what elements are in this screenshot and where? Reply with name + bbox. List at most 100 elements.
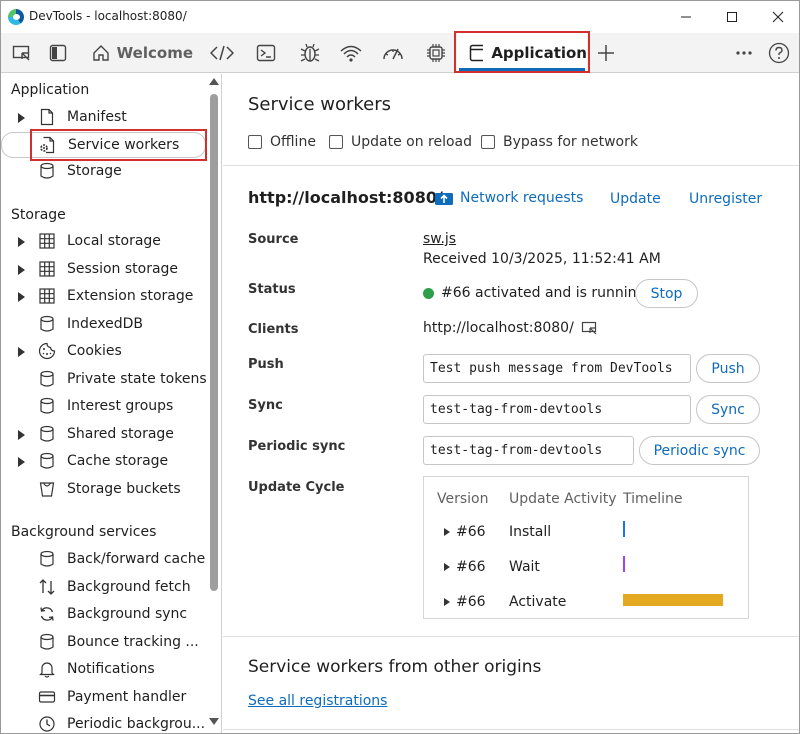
expand-arrow-icon[interactable] [18, 430, 25, 440]
database-icon [38, 315, 56, 333]
update-link[interactable]: Update [610, 191, 661, 207]
expand-arrow-icon[interactable] [18, 265, 25, 275]
sidebar-item-local-storage[interactable]: Local storage [1, 229, 206, 255]
sidebar-item-payment-handler[interactable]: Payment handler [1, 685, 206, 711]
dock-button[interactable] [43, 33, 73, 72]
sidebar-item-label: IndexedDB [67, 316, 143, 332]
activity-cell: Install [509, 524, 551, 540]
unregister-link[interactable]: Unregister [689, 191, 762, 207]
checkbox-label: Bypass for network [503, 134, 638, 150]
periodic-sync-button[interactable]: Periodic sync [639, 436, 760, 465]
sidebar-heading-storage: Storage [11, 207, 66, 223]
sync-tag-input[interactable]: test-tag-from-devtools [423, 395, 691, 424]
tab-sources[interactable] [293, 33, 327, 72]
close-button[interactable] [755, 1, 800, 33]
tab-welcome[interactable]: Welcome [83, 33, 193, 72]
inspect-button[interactable] [7, 33, 37, 72]
minimize-icon [680, 11, 692, 23]
sidebar-scroll-thumb[interactable] [210, 94, 218, 591]
tab-elements[interactable] [205, 33, 239, 72]
offline-checkbox[interactable]: Offline [248, 132, 316, 152]
more-options-button[interactable] [729, 33, 759, 72]
inspect-client-icon[interactable] [581, 320, 599, 336]
sidebar-item-indexeddb[interactable]: IndexedDB [1, 312, 206, 338]
checkbox-box[interactable] [481, 135, 495, 149]
network-requests-link[interactable]: Network requests [434, 190, 583, 206]
push-message-input[interactable]: Test push message from DevTools [423, 354, 691, 383]
clock-icon [38, 715, 56, 733]
database-icon [38, 633, 56, 651]
sidebar-item-service-workers[interactable]: Service workers [1, 132, 206, 158]
sidebar-item-interest-groups[interactable]: Interest groups [1, 394, 206, 420]
sidebar-item-label: Storage buckets [67, 481, 181, 497]
devtools-window: DevTools - localhost:8080/ Welcome [0, 0, 800, 734]
status-text: #66 activated and is running [441, 285, 645, 301]
grid-icon [38, 260, 56, 278]
sidebar-item-periodic-backgrou[interactable]: Periodic backgrou... [1, 712, 206, 734]
tab-console[interactable] [249, 33, 283, 72]
expand-arrow-icon[interactable] [18, 113, 25, 123]
periodic-sync-tag-input[interactable]: test-tag-from-devtools [423, 436, 634, 465]
sidebar-item-back-forward-cache[interactable]: Back/forward cache [1, 547, 206, 573]
update-cycle-row[interactable]: #66Wait [424, 556, 748, 580]
sidebar-item-background-fetch[interactable]: Background fetch [1, 575, 206, 601]
sidebar-item-background-sync[interactable]: Background sync [1, 602, 206, 628]
activity-cell: Activate [509, 594, 566, 610]
scroll-down-icon[interactable] [209, 718, 219, 725]
add-icon [597, 44, 615, 62]
push-button[interactable]: Push [696, 354, 760, 383]
more-icon [735, 50, 753, 56]
source-file-link[interactable]: sw.js [423, 231, 456, 247]
push-label: Push [248, 357, 284, 372]
sidebar-item-session-storage[interactable]: Session storage [1, 257, 206, 283]
tab-network[interactable] [334, 33, 368, 72]
update-on-reload-checkbox[interactable]: Update on reload [329, 132, 472, 152]
expand-arrow-icon[interactable] [18, 457, 25, 467]
tab-welcome-label: Welcome [117, 44, 193, 62]
sidebar-item-label: Storage [67, 163, 122, 179]
help-button[interactable] [763, 33, 795, 72]
sidebar-item-storage[interactable]: Storage [1, 159, 206, 185]
sidebar-item-bounce-tracking[interactable]: Bounce tracking ... [1, 630, 206, 656]
service-workers-panel: Service workers Offline Update on reload… [223, 74, 799, 734]
tab-memory[interactable] [419, 33, 453, 72]
sidebar-item-label: Manifest [67, 109, 127, 125]
expand-arrow-icon[interactable] [18, 237, 25, 247]
gear-file-icon [39, 136, 57, 154]
tab-application[interactable]: Application [457, 33, 587, 72]
add-tool-button[interactable] [591, 33, 621, 72]
sidebar-item-shared-storage[interactable]: Shared storage [1, 422, 206, 448]
update-cycle-table: Version Update Activity Timeline #66Inst… [423, 476, 749, 619]
update-cycle-row[interactable]: #66Install [424, 521, 748, 545]
checkbox-box[interactable] [329, 135, 343, 149]
expand-arrow-icon[interactable] [444, 563, 450, 571]
update-cycle-row[interactable]: #66Activate [424, 591, 748, 615]
file-icon [38, 108, 56, 126]
sidebar-item-extension-storage[interactable]: Extension storage [1, 284, 206, 310]
expand-arrow-icon[interactable] [18, 292, 25, 302]
sidebar: Application Manifest Service workers Sto… [1, 74, 222, 734]
sidebar-item-notifications[interactable]: Notifications [1, 657, 206, 683]
sync-button[interactable]: Sync [696, 395, 760, 424]
bucket-icon [38, 480, 56, 498]
database-icon [38, 397, 56, 415]
sidebar-item-label: Private state tokens [67, 371, 207, 387]
see-all-registrations-link[interactable]: See all registrations [248, 693, 387, 709]
scroll-up-icon[interactable] [209, 78, 219, 85]
clients-value: http://localhost:8080/ [423, 320, 599, 336]
stop-button[interactable]: Stop [635, 279, 698, 308]
expand-arrow-icon[interactable] [444, 528, 450, 536]
edge-logo-icon [8, 9, 24, 25]
sidebar-item-cookies[interactable]: Cookies [1, 339, 206, 365]
checkbox-box[interactable] [248, 135, 262, 149]
expand-arrow-icon[interactable] [18, 347, 25, 357]
sidebar-item-private-state-tokens[interactable]: Private state tokens [1, 367, 206, 393]
minimize-button[interactable] [663, 1, 709, 33]
bypass-for-network-checkbox[interactable]: Bypass for network [481, 132, 638, 152]
sidebar-item-manifest[interactable]: Manifest [1, 105, 206, 131]
sidebar-item-cache-storage[interactable]: Cache storage [1, 449, 206, 475]
expand-arrow-icon[interactable] [444, 598, 450, 606]
tab-performance[interactable] [376, 33, 410, 72]
maximize-button[interactable] [709, 1, 755, 33]
sidebar-item-storage-buckets[interactable]: Storage buckets [1, 477, 206, 503]
